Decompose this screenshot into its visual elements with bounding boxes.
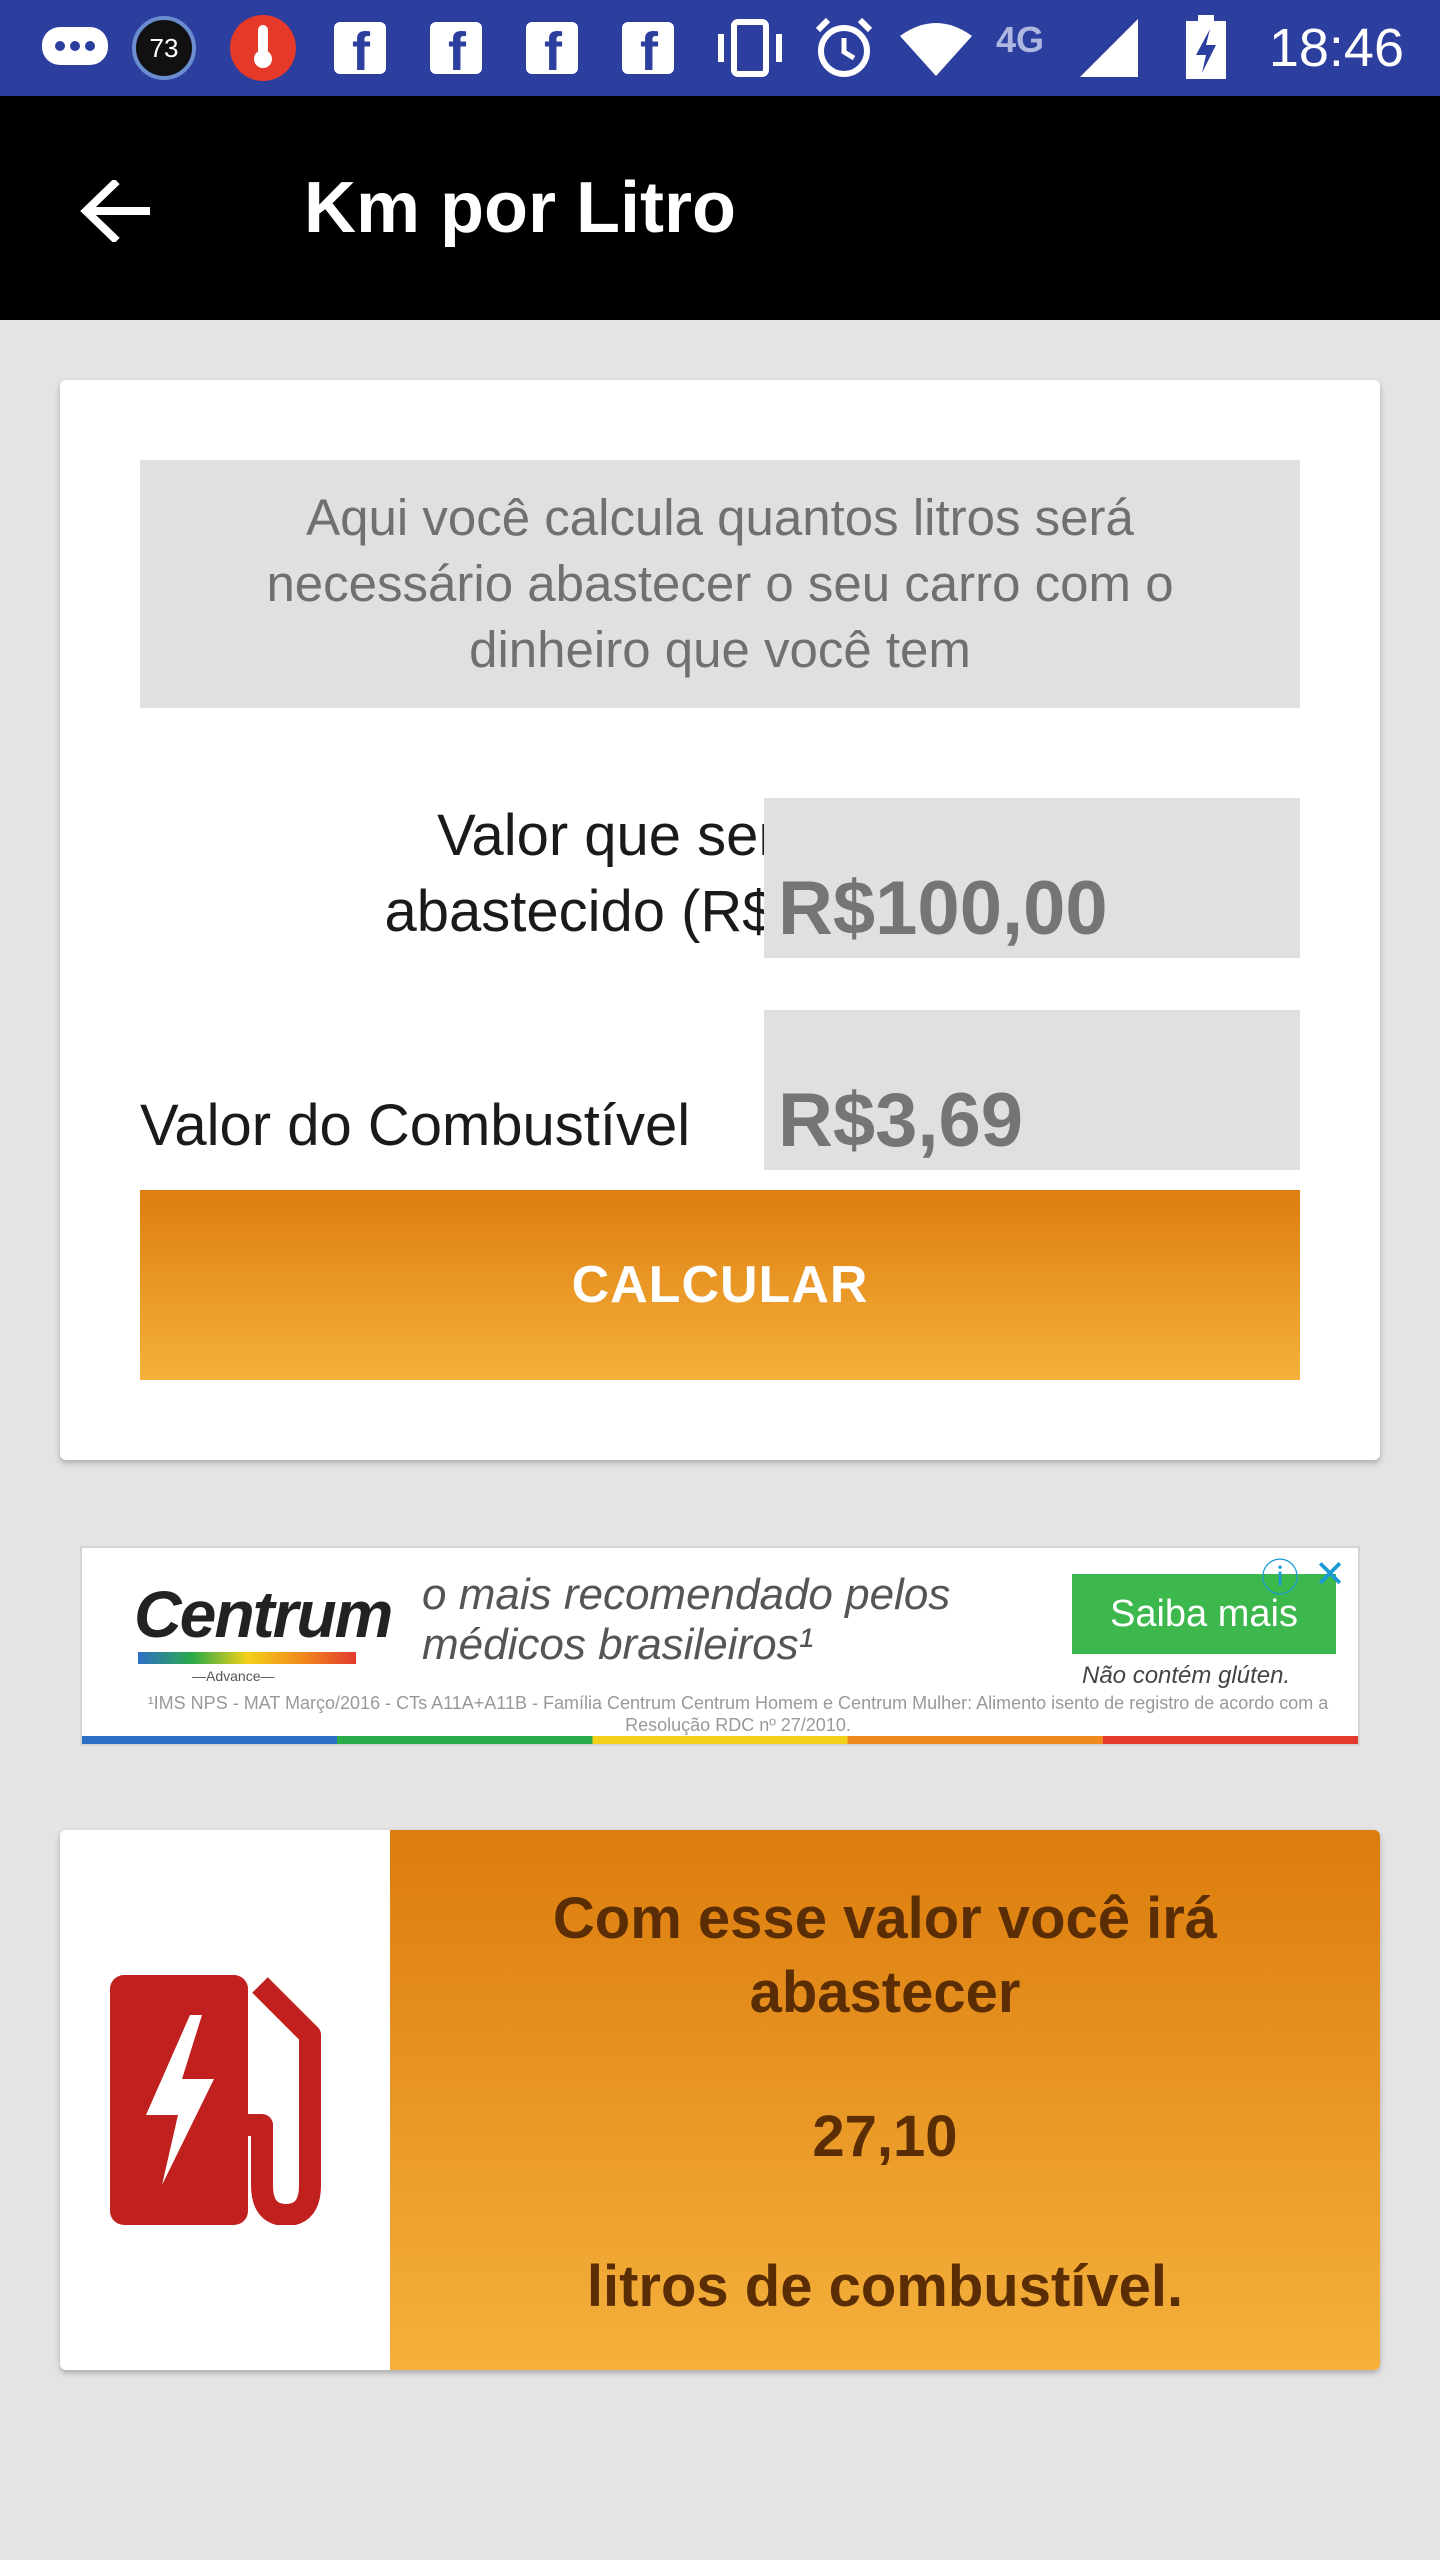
- ad-banner[interactable]: Centrum —Advance— o mais recomendado pel…: [80, 1546, 1360, 1746]
- ad-brand-stripe: [138, 1652, 356, 1664]
- alarm-icon: [812, 14, 876, 82]
- result-value: 27,10: [812, 2104, 958, 2169]
- app-toolbar: Km por Litro: [0, 96, 1440, 320]
- result-card: Com esse valor você irá abastecer 27,10 …: [60, 1830, 1380, 2370]
- amount-label: Valor que será abastecido (R$):: [384, 803, 810, 944]
- ad-close-icon[interactable]: ✕: [1308, 1552, 1352, 1596]
- fuel-pump-icon: [60, 1830, 390, 2370]
- facebook-icon: f: [430, 14, 482, 82]
- calculate-button[interactable]: CALCULAR: [140, 1190, 1300, 1380]
- ad-brand-logo: Centrum: [134, 1577, 393, 1651]
- result-unit-text: litros de combustível.: [586, 2254, 1184, 2319]
- clock: 18:46: [1268, 18, 1404, 78]
- page-title: Km por Litro: [304, 168, 736, 248]
- fuel-price-input[interactable]: R$3,69: [764, 1010, 1300, 1170]
- ad-headline: o mais recomendado pelos médicos brasile…: [422, 1570, 951, 1669]
- status-bar: 73 f f f f 4G 18:46: [0, 0, 1440, 96]
- chat-bubble-icon: [40, 14, 110, 82]
- network-type: 4G: [996, 19, 1045, 60]
- notification-badge-icon: 73: [132, 14, 196, 82]
- fuel-price-label: Valor do Combustível: [140, 1093, 691, 1158]
- wifi-icon: [898, 14, 974, 82]
- description-text: Aqui você calcula quantos litros será ne…: [266, 489, 1174, 678]
- result-intro: Com esse valor você irá abastecer: [552, 1886, 1218, 2025]
- thermometer-icon: [228, 14, 298, 82]
- facebook-icon: f: [622, 14, 674, 82]
- ad-brand-sub: —Advance—: [192, 1668, 275, 1684]
- facebook-icon: f: [526, 14, 578, 82]
- facebook-icon: f: [334, 14, 386, 82]
- calculator-card: Aqui você calcula quantos litros será ne…: [60, 380, 1380, 1460]
- ad-info-icon[interactable]: ⓘ: [1258, 1552, 1302, 1600]
- back-button[interactable]: [60, 156, 170, 266]
- ad-color-stripe: [82, 1736, 1358, 1744]
- arrow-left-icon: [80, 180, 150, 242]
- battery-icon: [1184, 14, 1228, 82]
- ad-controls: ⓘ ✕: [1258, 1552, 1352, 1600]
- signal-icon: [1078, 14, 1140, 82]
- vibrate-icon: [712, 14, 788, 82]
- ad-fine-print: ¹IMS NPS - MAT Março/2016 - CTs A11A+A11…: [147, 1693, 1329, 1735]
- ad-note: Não contém glúten.: [1082, 1662, 1291, 1689]
- result-panel: Com esse valor você irá abastecer 27,10 …: [390, 1830, 1380, 2370]
- description-box: Aqui você calcula quantos litros será ne…: [140, 460, 1300, 708]
- amount-input[interactable]: R$100,00: [764, 798, 1300, 958]
